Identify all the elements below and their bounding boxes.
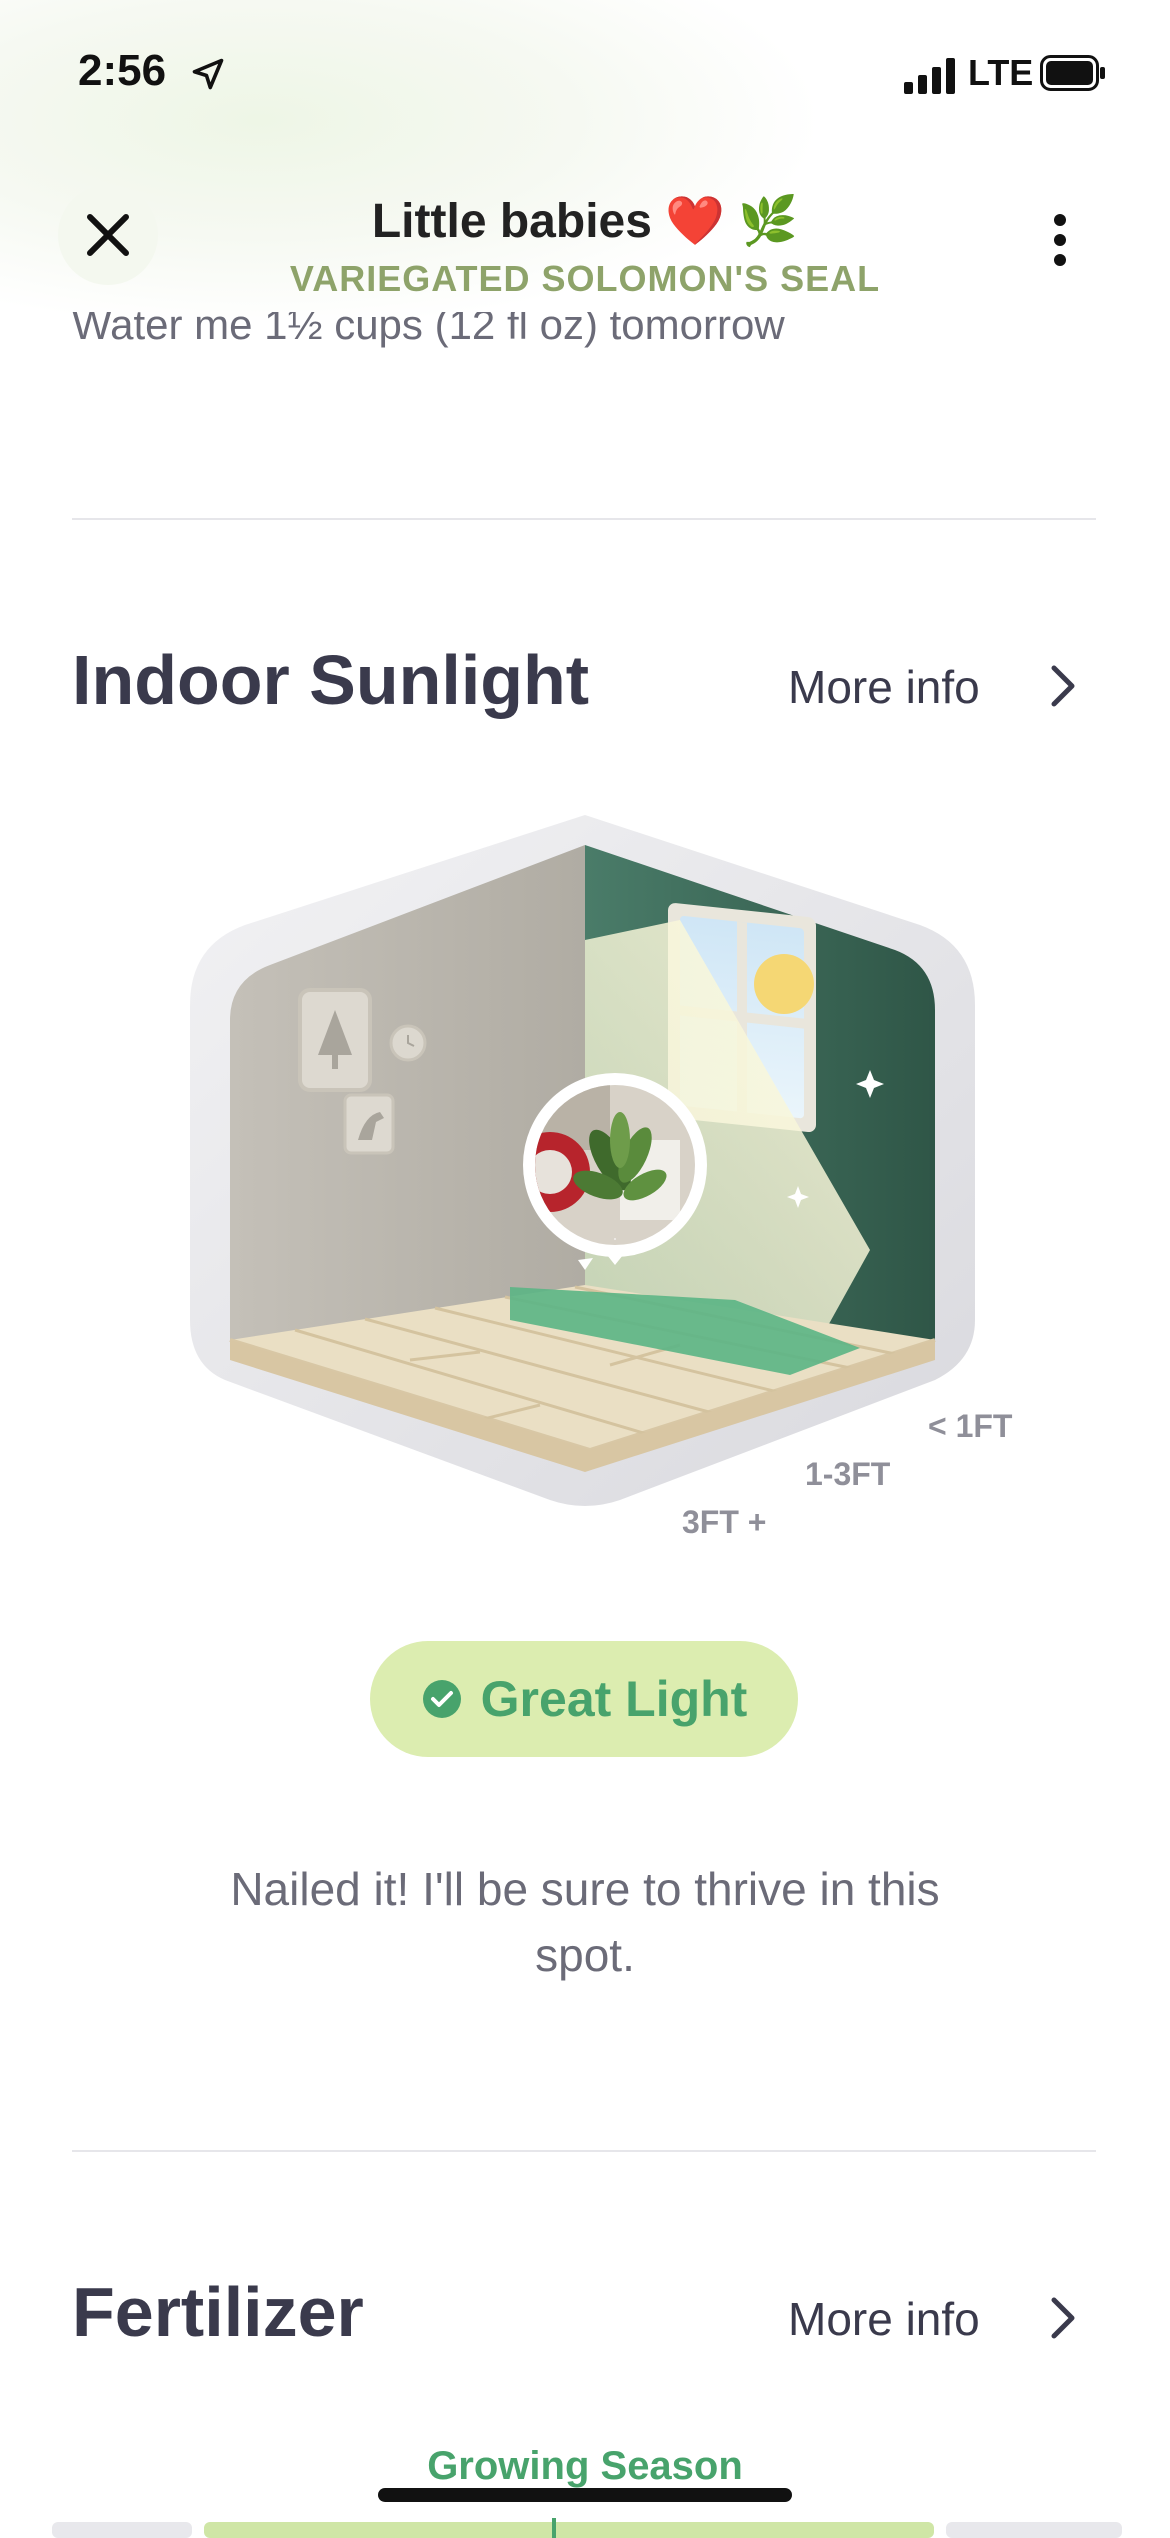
room-light-illustration xyxy=(190,815,975,1506)
distance-label-near: < 1FT xyxy=(928,1408,1013,1444)
status-time: 2:56 xyxy=(78,46,167,95)
chevron-right-icon[interactable] xyxy=(1048,2296,1078,2340)
signal-bars-icon xyxy=(904,58,955,94)
check-circle-icon xyxy=(422,1680,461,1718)
light-status-label: Great Light xyxy=(480,1671,748,1727)
fertilizer-section-title: Fertilizer xyxy=(72,2273,364,2351)
fertilizer-more-info-link[interactable]: More info xyxy=(788,2292,980,2346)
sunlight-section-title: Indoor Sunlight xyxy=(72,641,590,719)
plant-nickname: Little babies ❤️ 🌿 xyxy=(371,195,799,248)
growing-season-label: Growing Season xyxy=(427,2444,743,2488)
sunlight-more-info-link[interactable]: More info xyxy=(788,660,980,714)
battery-icon xyxy=(1040,55,1105,91)
light-status-badge: Great Light xyxy=(370,1641,798,1757)
divider xyxy=(72,518,1096,520)
water-reminder: Water me 1½ cups (12 fl oz) tomorrow xyxy=(72,312,785,348)
divider xyxy=(72,2150,1096,2152)
distance-label-far: 3FT + xyxy=(682,1504,767,1540)
plant-species: VARIEGATED SOLOMON'S SEAL xyxy=(289,258,881,299)
location-arrow-icon xyxy=(192,58,224,90)
chevron-right-icon[interactable] xyxy=(1048,664,1078,708)
distance-label-mid: 1-3FT xyxy=(805,1456,891,1492)
home-indicator xyxy=(378,2488,792,2502)
season-timeline xyxy=(52,2518,1122,2538)
light-description: Nailed it! I'll be sure to thrive in thi… xyxy=(230,1863,940,1981)
network-type: LTE xyxy=(968,52,1034,93)
more-options-button[interactable] xyxy=(1030,210,1090,270)
